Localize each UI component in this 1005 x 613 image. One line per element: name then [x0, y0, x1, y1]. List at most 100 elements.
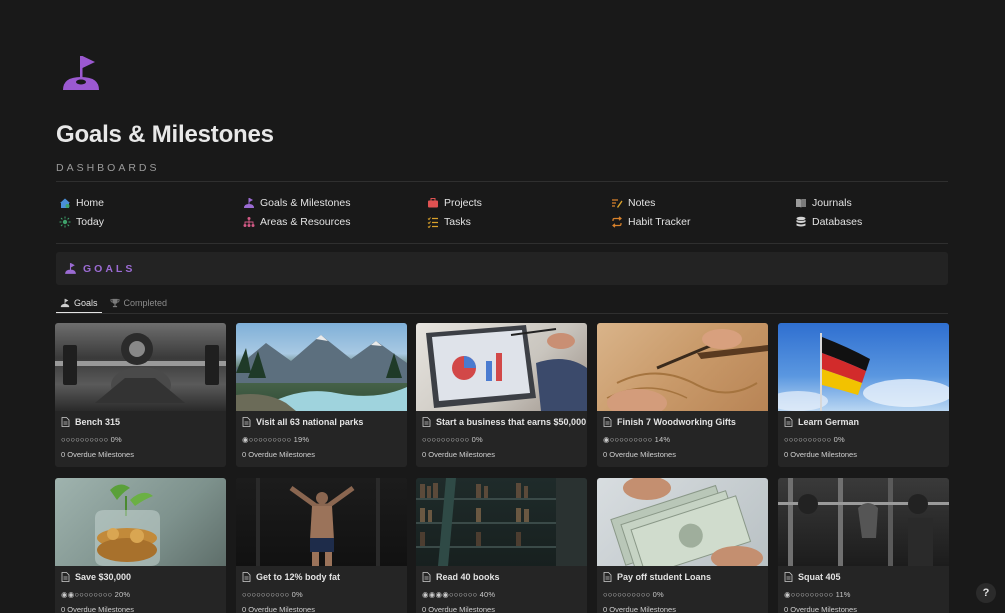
card-progress: ○○○○○○○○○○ 0% — [242, 590, 303, 599]
athlete-gym-photo — [236, 478, 407, 566]
page-icon — [242, 572, 251, 582]
tab-label: Goals — [74, 298, 98, 308]
nav-goals-milestones[interactable]: Goals & Milestones — [242, 194, 350, 212]
nav-label: Today — [76, 216, 105, 228]
progress-dots: ○○○○○○○○○○ — [61, 435, 109, 444]
nav-today[interactable]: Today — [58, 213, 104, 231]
german-flag-photo — [778, 323, 949, 411]
goal-card-read-books[interactable]: Read 40 books ◉◉◉◉○○○○○○ 40% 0 Overdue M… — [416, 478, 587, 613]
card-title: Visit all 63 national parks — [242, 417, 363, 427]
nav-journals[interactable]: Journals — [794, 194, 852, 212]
card-overdue: 0 Overdue Milestones — [603, 450, 676, 459]
card-title-text: Get to 12% body fat — [256, 572, 341, 582]
card-title: Learn German — [784, 417, 859, 427]
progress-percent: 0% — [652, 590, 664, 599]
progress-percent: 0% — [471, 435, 483, 444]
card-title: Read 40 books — [422, 572, 500, 582]
hierarchy-icon — [242, 216, 255, 229]
nav-label: Notes — [628, 197, 656, 209]
card-title: Squat 405 — [784, 572, 841, 582]
nav-habit-tracker[interactable]: Habit Tracker — [610, 213, 690, 231]
progress-percent: 19% — [293, 435, 310, 444]
wood-carving-photo — [597, 323, 768, 411]
card-title-text: Visit all 63 national parks — [256, 417, 364, 427]
nav-home[interactable]: Home — [58, 194, 104, 212]
card-progress: ○○○○○○○○○○ 0% — [784, 435, 845, 444]
divider — [56, 243, 948, 244]
nav-tasks[interactable]: Tasks — [426, 213, 471, 231]
goals-section-header: GOALS — [56, 252, 948, 285]
flag-pin-icon — [60, 298, 70, 308]
goal-card-national-parks[interactable]: Visit all 63 national parks ◉○○○○○○○○○ 1… — [236, 323, 407, 467]
page-icon — [61, 417, 70, 427]
help-button[interactable]: ? — [976, 583, 996, 603]
goal-card-student-loans[interactable]: Pay off student Loans ○○○○○○○○○○ 0% 0 Ov… — [597, 478, 768, 613]
progress-dots: ◉◉○○○○○○○○ — [61, 590, 113, 599]
page-icon — [422, 417, 431, 427]
trophy-icon — [109, 298, 120, 308]
sun-icon — [58, 216, 71, 229]
page-icon — [422, 572, 431, 582]
nav-label: Habit Tracker — [628, 216, 691, 228]
flag-pin-icon — [242, 197, 255, 210]
progress-percent: 11% — [835, 590, 851, 599]
goal-card-woodworking[interactable]: Finish 7 Woodworking Gifts ◉○○○○○○○○○ 14… — [597, 323, 768, 467]
card-title-text: Read 40 books — [436, 572, 500, 582]
card-title: Pay off student Loans — [603, 572, 711, 582]
card-overdue: 0 Overdue Milestones — [784, 450, 857, 459]
mountain-river-photo — [236, 323, 407, 411]
nav-label: Journals — [812, 197, 852, 209]
card-progress: ○○○○○○○○○○ 0% — [422, 435, 483, 444]
nav-label: Projects — [444, 197, 482, 209]
card-overdue: 0 Overdue Milestones — [61, 450, 134, 459]
card-title-text: Finish 7 Woodworking Gifts — [617, 417, 736, 427]
card-title: Start a business that earns $50,000 — [422, 417, 586, 427]
library-shelves-photo — [416, 478, 587, 566]
card-title-text: Start a business that earns $50,000 — [436, 417, 587, 427]
card-overdue: 0 Overdue Milestones — [242, 450, 315, 459]
goal-card-squat-405[interactable]: Squat 405 ◉○○○○○○○○○ 11% 0 Overdue Miles… — [778, 478, 949, 613]
card-progress: ○○○○○○○○○○ 0% — [603, 590, 664, 599]
page-icon-flag-pin[interactable] — [58, 52, 104, 98]
progress-dots: ◉◉◉◉○○○○○○ — [422, 590, 478, 599]
tab-label: Completed — [123, 298, 168, 308]
progress-dots: ○○○○○○○○○○ — [784, 435, 832, 444]
nav-notes[interactable]: Notes — [610, 194, 655, 212]
card-overdue: 0 Overdue Milestones — [784, 605, 857, 613]
dollar-bills-photo — [597, 478, 768, 566]
progress-percent: 0% — [110, 435, 122, 444]
goal-card-bench-315[interactable]: Bench 315 ○○○○○○○○○○ 0% 0 Overdue Milest… — [55, 323, 226, 467]
card-progress: ◉◉○○○○○○○○ 20% — [61, 590, 130, 599]
card-progress: ◉○○○○○○○○○ 19% — [242, 435, 309, 444]
coin-jar-photo — [55, 478, 226, 566]
card-overdue: 0 Overdue Milestones — [422, 605, 495, 613]
nav-label: Areas & Resources — [260, 216, 351, 228]
nav-databases[interactable]: Databases — [794, 213, 862, 231]
tabs-divider — [56, 313, 948, 314]
progress-percent: 40% — [479, 590, 496, 599]
goal-card-business[interactable]: Start a business that earns $50,000 ○○○○… — [416, 323, 587, 467]
database-icon — [794, 216, 807, 229]
page-icon — [603, 572, 612, 582]
progress-dots: ◉○○○○○○○○○ — [784, 590, 834, 599]
card-title: Finish 7 Woodworking Gifts — [603, 417, 736, 427]
card-title-text: Bench 315 — [75, 417, 121, 427]
tab-completed[interactable]: Completed — [106, 293, 172, 313]
view-tabs: Goals Completed — [56, 293, 172, 314]
nav-projects[interactable]: Projects — [426, 194, 482, 212]
page-icon — [61, 572, 70, 582]
card-overdue: 0 Overdue Milestones — [61, 605, 134, 613]
pencil-lines-icon — [610, 197, 623, 210]
card-title-text: Save $30,000 — [75, 572, 132, 582]
nav-areas-resources[interactable]: Areas & Resources — [242, 213, 350, 231]
goal-card-save-30000[interactable]: Save $30,000 ◉◉○○○○○○○○ 20% 0 Overdue Mi… — [55, 478, 226, 613]
flag-pin-icon — [63, 56, 99, 90]
goal-card-body-fat[interactable]: Get to 12% body fat ○○○○○○○○○○ 0% 0 Over… — [236, 478, 407, 613]
card-progress: ◉○○○○○○○○○ 11% — [784, 590, 851, 599]
flag-pin-icon — [65, 263, 76, 274]
nav-label: Home — [76, 197, 105, 209]
tab-goals[interactable]: Goals — [56, 293, 102, 314]
laptop-chart-photo — [416, 323, 587, 411]
goal-card-german[interactable]: Learn German ○○○○○○○○○○ 0% 0 Overdue Mil… — [778, 323, 949, 467]
progress-percent: 20% — [114, 590, 131, 599]
